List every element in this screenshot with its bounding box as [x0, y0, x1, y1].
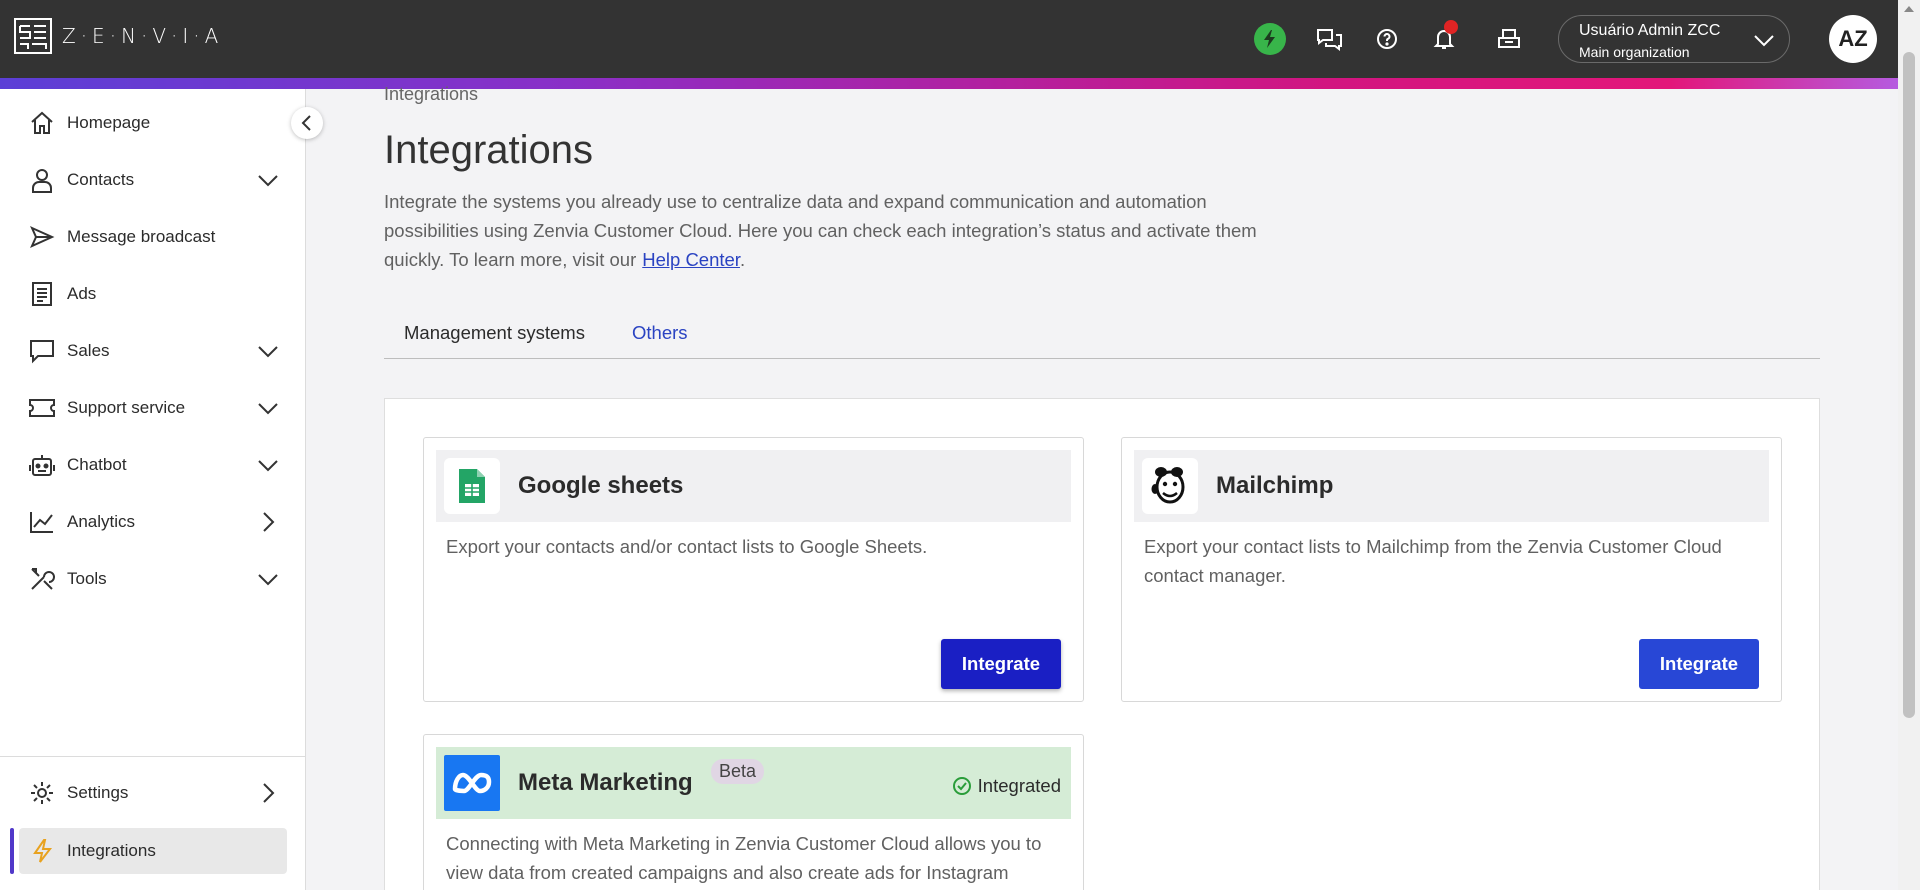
help-button[interactable]	[1370, 22, 1404, 56]
sidebar-item-label: Support service	[67, 398, 186, 417]
sidebar-item-label: Tools	[67, 569, 107, 588]
mailchimp-logo-icon	[1142, 458, 1198, 514]
breadcrumb: Integrations	[384, 84, 479, 104]
tray-icon	[1498, 29, 1520, 48]
zenvia-logo-icon	[14, 18, 52, 54]
description-text: Integrate the systems you already use to…	[384, 191, 1257, 270]
bolt-icon	[1254, 23, 1286, 55]
integrations-panel: Google sheets Export your contacts and/o…	[384, 398, 1820, 890]
integrate-google-sheets-button[interactable]: Integrate	[941, 639, 1061, 689]
sidebar-item-homepage[interactable]: Homepage	[0, 97, 306, 149]
home-icon	[28, 109, 56, 137]
integrated-status: Integrated	[952, 775, 1061, 797]
card-title: Google sheets	[518, 472, 684, 499]
brand-gradient-stripe	[0, 78, 1898, 89]
sidebar-item-label: Sales	[67, 341, 110, 360]
chevron-right-icon	[254, 779, 282, 807]
sidebar-item-message-broadcast[interactable]: Message broadcast	[0, 211, 306, 263]
robot-icon	[28, 451, 56, 479]
sidebar-item-contacts[interactable]: Contacts	[0, 154, 306, 206]
sidebar-item-label: Homepage	[67, 113, 151, 132]
chat-bubbles-icon	[1317, 29, 1342, 51]
chat-icon	[28, 337, 56, 365]
meta-logo-icon	[444, 755, 500, 811]
description-end: .	[739, 249, 746, 270]
chevron-down-icon	[254, 166, 282, 194]
ticket-icon	[28, 394, 56, 422]
sidebar-item-label: Message broadcast	[67, 227, 216, 246]
sidebar-item-settings[interactable]: Settings	[0, 767, 306, 819]
sidebar-item-support-service[interactable]: Support service	[0, 382, 306, 434]
integrated-label: Integrated	[977, 775, 1061, 796]
top-bar: Z·E·N·V·I·A Usuário Admin ZCC Main organ…	[0, 0, 1898, 78]
integration-card-google-sheets: Google sheets Export your contacts and/o…	[423, 437, 1084, 702]
chevron-down-icon	[254, 394, 282, 422]
chevron-left-icon	[301, 115, 311, 131]
sidebar-item-tools[interactable]: Tools	[0, 553, 306, 605]
card-description: Connecting with Meta Marketing in Zenvia…	[446, 833, 1042, 883]
logo-text: Z·E·N·V·I·A	[62, 24, 224, 48]
card-header: Meta Marketing Beta Integrated	[436, 747, 1071, 819]
chevron-down-icon	[254, 337, 282, 365]
document-icon	[28, 280, 56, 308]
card-header: Google sheets	[436, 450, 1071, 522]
sidebar-item-label: Contacts	[67, 170, 135, 189]
user-icon	[28, 166, 56, 194]
tab-bar: Management systems Others	[384, 312, 1820, 359]
integration-card-mailchimp: Mailchimp Export your contact lists to M…	[1121, 437, 1782, 702]
notification-dot	[1444, 20, 1458, 34]
sidebar-item-label: Ads	[67, 284, 97, 303]
sidebar-item-integrations[interactable]: Integrations	[0, 825, 306, 877]
integration-card-meta-marketing: Meta Marketing Beta Integrated Connectin…	[423, 734, 1084, 890]
tools-icon	[28, 565, 56, 593]
card-header: Mailchimp	[1134, 450, 1769, 522]
user-menu[interactable]: Usuário Admin ZCC Main organization	[1558, 15, 1790, 63]
sidebar-item-ads[interactable]: Ads	[0, 268, 306, 320]
card-description: Export your contacts and/or contact list…	[446, 536, 928, 557]
notifications-button[interactable]	[1427, 20, 1461, 56]
avatar[interactable]: AZ	[1829, 15, 1877, 63]
page-description: Integrate the systems you already use to…	[384, 187, 1304, 274]
chevron-down-icon	[1754, 35, 1774, 47]
user-name: Usuário Admin ZCC	[1579, 22, 1721, 39]
bolt-icon	[28, 837, 56, 865]
sidebar: Homepage Contacts Message broadcast Ads …	[0, 89, 306, 890]
sidebar-item-label: Settings	[67, 783, 129, 802]
help-icon	[1377, 29, 1397, 49]
page-scrollbar[interactable]	[1898, 0, 1920, 890]
gear-icon	[28, 779, 56, 807]
collapse-sidebar-button[interactable]	[291, 107, 323, 139]
inbox-tray-button[interactable]	[1492, 22, 1526, 56]
status-bolt-button[interactable]	[1253, 22, 1287, 56]
scroll-up-arrow-icon[interactable]	[1904, 6, 1914, 12]
scroll-thumb[interactable]	[1903, 52, 1915, 718]
sidebar-item-label: Chatbot	[67, 455, 127, 474]
page-title: Integrations	[384, 128, 594, 172]
send-icon	[28, 223, 56, 251]
help-center-link[interactable]: Help Center	[642, 249, 740, 270]
chevron-down-icon	[254, 451, 282, 479]
sidebar-item-label: Integrations	[67, 841, 156, 860]
chevron-down-icon	[254, 565, 282, 593]
sidebar-item-label: Analytics	[67, 512, 136, 531]
sidebar-item-sales[interactable]: Sales	[0, 325, 306, 377]
card-title: Mailchimp	[1216, 472, 1334, 499]
sidebar-item-analytics[interactable]: Analytics	[0, 496, 306, 548]
tab-others[interactable]: Others	[632, 322, 688, 344]
user-organization: Main organization	[1579, 44, 1690, 60]
chart-icon	[28, 508, 56, 536]
zenvia-logo[interactable]: Z·E·N·V·I·A	[14, 18, 223, 54]
chevron-right-icon	[254, 508, 282, 536]
card-title: Meta Marketing	[518, 769, 693, 796]
integrate-mailchimp-button[interactable]: Integrate	[1639, 639, 1759, 689]
check-circle-icon	[952, 777, 971, 795]
sidebar-item-chatbot[interactable]: Chatbot	[0, 439, 306, 491]
conversations-button[interactable]	[1312, 22, 1346, 56]
tab-management-systems[interactable]: Management systems	[404, 322, 585, 344]
google-sheets-logo-icon	[444, 458, 500, 514]
sidebar-divider	[0, 756, 306, 757]
card-description: Export your contact lists to Mailchimp f…	[1144, 536, 1722, 586]
beta-badge: Beta	[711, 759, 765, 784]
